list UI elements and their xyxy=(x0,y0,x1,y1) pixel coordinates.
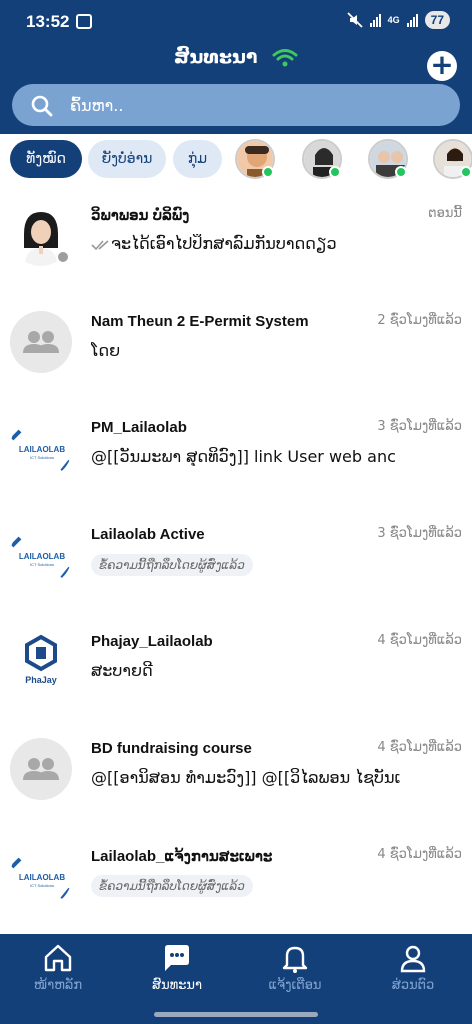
page-title-text: ສົນທະນາ xyxy=(173,46,258,68)
chat-time: ຕອນນີ້ xyxy=(428,206,462,221)
nav-notifications[interactable]: ແຈ້ງເຕືອນ xyxy=(245,942,345,993)
online-indicator xyxy=(329,166,341,178)
nav-profile-label: ສ່ວນຕົວ xyxy=(391,978,435,993)
profile-icon xyxy=(400,945,426,973)
logo-subtext: ICT Solutions xyxy=(30,455,54,460)
chat-icon xyxy=(165,945,189,971)
nav-home-label: ໜ້າຫລັກ xyxy=(33,978,83,993)
chat-row[interactable]: PhaJay Phajay_Lailaolab 4 ຊົ່ວໂມງທີ່ແລ້ວ… xyxy=(0,617,472,723)
chat-row[interactable]: Nam Theun 2 E-Permit System 2 ຊົ່ວໂມງທີ່… xyxy=(0,297,472,403)
chat-name: Nam Theun 2 E-Permit System xyxy=(91,313,309,330)
nav-home[interactable]: ໜ້າຫລັກ xyxy=(8,942,108,993)
phajay-logo: PhaJay xyxy=(10,631,72,693)
search-input[interactable] xyxy=(70,84,440,126)
nav-notify-label: ແຈ້ງເຕືອນ xyxy=(268,978,322,993)
chat-time: 3 ຊົ່ວໂມງທີ່ແລ້ວ xyxy=(377,526,462,541)
chat-row[interactable]: BD fundraising course 4 ຊົ່ວໂມງທີ່ແລ້ວ @… xyxy=(0,724,472,830)
online-indicator xyxy=(262,166,274,178)
chat-message: @[[ວັນມະພາ ສຸດທິວົງ]] link User web anc xyxy=(91,447,396,466)
search-bar[interactable] xyxy=(12,84,460,126)
page-title: ສົນທະນາ xyxy=(0,46,472,68)
chat-row[interactable]: LAILAOLAB ICT Solutions PM_Lailaolab 3 ຊົ… xyxy=(0,403,472,509)
chat-name: BD fundraising course xyxy=(91,740,252,757)
online-indicator xyxy=(395,166,407,178)
filter-groups[interactable]: ກຸ່ມ xyxy=(173,140,222,178)
chat-row[interactable]: ວິພາພອນ ບໍລິພົງ ຕອນນີ້ ຈະໄດ້ເອົາໄປປຶກສາລ… xyxy=(0,190,472,296)
lailaolab-logo: LAILAOLAB ICT Solutions xyxy=(10,417,72,479)
bottom-nav: ໜ້າຫລັກ ສົນທະນາ ແຈ້ງເຕືອນ ສ່ວນຕົວ xyxy=(0,934,472,1024)
lailaolab-logo: LAILAOLAB ICT Solutions xyxy=(10,845,72,907)
wifi-icon xyxy=(272,48,298,66)
logo-subtext: ICT Solutions xyxy=(30,562,54,567)
nav-profile[interactable]: ສ່ວນຕົວ xyxy=(363,942,463,993)
search-icon xyxy=(31,95,53,117)
nav-chat-label: ສົນທະນາ xyxy=(151,978,202,993)
chat-time: 4 ຊົ່ວໂມງທີ່ແລ້ວ xyxy=(377,740,462,755)
mute-icon xyxy=(346,12,363,28)
chat-name: Lailaolab_ແຈ້ງການສະເພາະ xyxy=(91,848,273,865)
filter-unread[interactable]: ຍັງບໍ່ອ່ານ xyxy=(88,140,166,178)
signal-icon-2 xyxy=(406,13,418,27)
deleted-message-badge: ຂໍ້ຄວາມນີ້ຖືກລຶບໂດຍຜູ້ສົ່ງແລ້ວ xyxy=(91,875,253,897)
logo-text: PhaJay xyxy=(25,675,57,685)
chat-time: 2 ຊົ່ວໂມງທີ່ແລ້ວ xyxy=(377,313,462,328)
chat-row[interactable]: LAILAOLAB ICT Solutions Lailaolab Active … xyxy=(0,510,472,616)
lailaolab-logo: LAILAOLAB ICT Solutions xyxy=(10,524,72,586)
bell-icon xyxy=(282,946,308,973)
offline-indicator xyxy=(56,250,70,264)
chat-name: ວິພາພອນ ບໍລິພົງ xyxy=(91,207,190,224)
chat-message: ໂດຍ xyxy=(91,341,121,360)
nav-chat[interactable]: ສົນທະນາ xyxy=(127,942,227,993)
logo-text: LAILAOLAB xyxy=(19,552,65,561)
chat-message: @[[ອານິສອນ ທຳມະວົງ]] @[[ວິໄລພອນ ໄຊບັນເ xyxy=(91,768,401,787)
status-time: 13:52 xyxy=(26,12,70,31)
status-bar: 13:52 4G 77 xyxy=(0,0,472,42)
screenshot-icon xyxy=(76,14,92,29)
deleted-message-badge: ຂໍ້ຄວາມນີ້ຖືກລຶບໂດຍຜູ້ສົ່ງແລ້ວ xyxy=(91,554,253,576)
chat-time: 3 ຊົ່ວໂມງທີ່ແລ້ວ xyxy=(377,419,462,434)
logo-subtext: ICT Solutions xyxy=(30,883,54,888)
group-avatar xyxy=(10,311,72,373)
network-type: 4G xyxy=(387,14,400,25)
chat-time: 4 ຊົ່ວໂມງທີ່ແລ້ວ xyxy=(377,847,462,862)
logo-text: LAILAOLAB xyxy=(19,445,65,454)
home-icon xyxy=(44,944,72,972)
online-indicator xyxy=(460,166,472,178)
filter-bar: ທັງໝົດ ຍັງບໍ່ອ່ານ ກຸ່ມ xyxy=(0,138,472,182)
chat-message-text: ຈະໄດ້ເອົາໄປປຶກສາລົມກັນບາດດຽວ xyxy=(111,234,337,253)
chat-message: ສະບາຍດີ xyxy=(91,661,153,680)
group-icon xyxy=(23,331,59,353)
logo-text: LAILAOLAB xyxy=(19,873,65,882)
double-check-icon xyxy=(91,239,109,250)
filter-all[interactable]: ທັງໝົດ xyxy=(10,140,82,178)
chat-message: ຈະໄດ້ເອົາໄປປຶກສາລົມກັນບາດດຽວ xyxy=(91,234,403,253)
home-indicator[interactable] xyxy=(154,1012,318,1017)
chat-name: Lailaolab Active xyxy=(91,526,205,543)
chat-name: Phajay_Lailaolab xyxy=(91,633,213,650)
chat-time: 4 ຊົ່ວໂມງທີ່ແລ້ວ xyxy=(377,633,462,648)
signal-icon xyxy=(369,13,381,27)
new-chat-button[interactable]: + xyxy=(427,51,457,81)
chat-row[interactable]: LAILAOLAB ICT Solutions Lailaolab_ແຈ້ງການ… xyxy=(0,831,472,937)
group-icon xyxy=(23,758,59,780)
battery-level: 77 xyxy=(424,11,450,29)
group-avatar xyxy=(10,738,72,800)
chat-name: PM_Lailaolab xyxy=(91,419,187,436)
